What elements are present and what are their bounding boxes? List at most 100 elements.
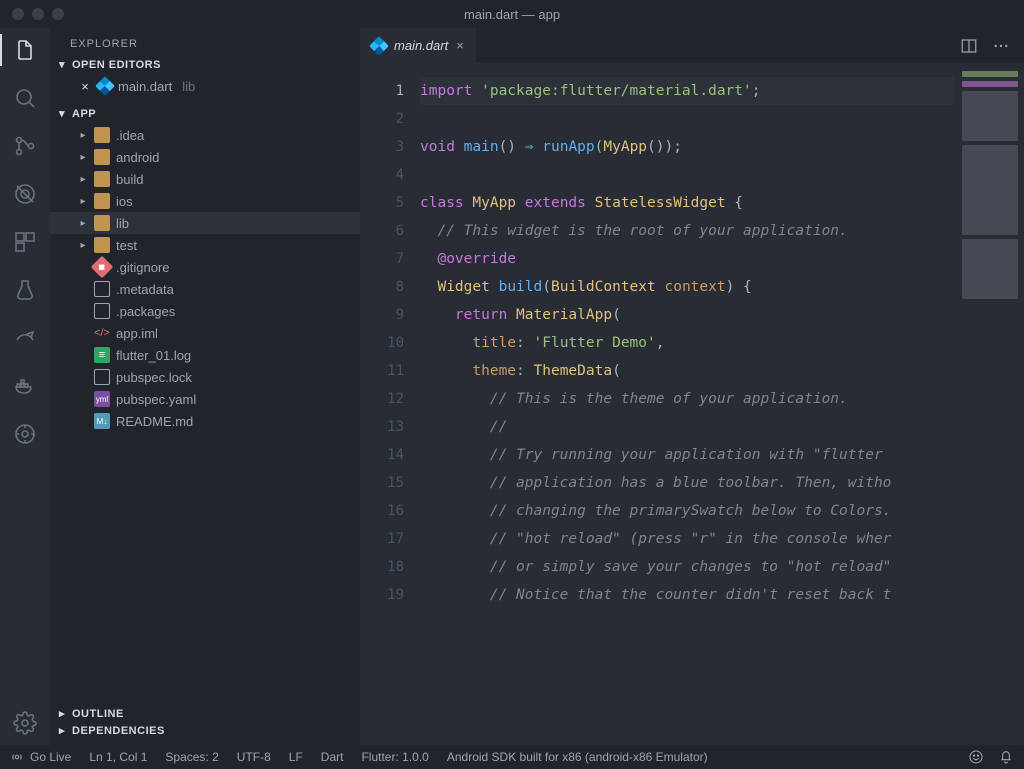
- flutter-version[interactable]: Flutter: 1.0.0: [361, 750, 428, 764]
- more-actions-icon[interactable]: [992, 37, 1010, 55]
- tree-item-label: pubspec.lock: [116, 370, 192, 385]
- open-editor-name: main.dart: [118, 79, 172, 94]
- dart-file-icon: [372, 39, 386, 53]
- project-section[interactable]: ▾ APP: [50, 105, 360, 122]
- chevron-right-icon: ▸: [78, 240, 88, 251]
- close-window-button[interactable]: [12, 8, 24, 20]
- tree-item-label: .idea: [116, 128, 144, 143]
- folder-item[interactable]: ▸.idea: [50, 124, 360, 146]
- chevron-down-icon: ▾: [56, 58, 68, 71]
- tree-item-label: android: [116, 150, 159, 165]
- folder-item[interactable]: ▸ android: [50, 146, 360, 168]
- chevron-right-icon: ▸: [78, 174, 88, 185]
- minimap[interactable]: [954, 63, 1024, 745]
- line-number-gutter: 12345678910111213141516171819: [360, 63, 420, 745]
- maximize-window-button[interactable]: [52, 8, 64, 20]
- log-icon: ≡: [94, 347, 110, 363]
- notifications-icon[interactable]: [998, 749, 1014, 765]
- docker-icon[interactable]: [11, 372, 39, 400]
- folder-icon: [94, 127, 110, 143]
- sidebar-title: EXPLORER: [50, 28, 360, 56]
- file-item[interactable]: ◆.gitignore: [50, 256, 360, 278]
- file-item[interactable]: </> app.iml: [50, 322, 360, 344]
- project-label: APP: [72, 108, 96, 120]
- git-icon: ◆: [91, 256, 114, 279]
- yaml-icon: yml: [94, 391, 110, 407]
- tree-item-label: test: [116, 238, 137, 253]
- activity-bar: [0, 28, 50, 745]
- file-item[interactable]: ymlpubspec.yaml: [50, 388, 360, 410]
- gitlens-icon[interactable]: [11, 420, 39, 448]
- file-icon: [94, 369, 110, 385]
- chevron-right-icon: ▸: [56, 724, 68, 737]
- folder-item[interactable]: ▸ lib: [50, 212, 360, 234]
- tabs-row: main.dart ×: [360, 28, 1024, 63]
- feedback-icon[interactable]: [968, 749, 984, 765]
- file-item[interactable]: ≡ flutter_01.log: [50, 344, 360, 366]
- editor-body[interactable]: 12345678910111213141516171819 import 'pa…: [360, 63, 1024, 745]
- folder-icon: [94, 215, 110, 231]
- folder-item[interactable]: ▸ios: [50, 190, 360, 212]
- minimize-window-button[interactable]: [32, 8, 44, 20]
- go-live-label: Go Live: [30, 750, 71, 764]
- folder-icon: [94, 237, 110, 253]
- code-icon: </>: [94, 325, 110, 341]
- outline-section[interactable]: ▸ OUTLINE: [50, 705, 360, 722]
- debug-icon[interactable]: [11, 180, 39, 208]
- tab-label: main.dart: [394, 38, 448, 53]
- open-editor-folder: lib: [182, 79, 195, 94]
- folder-item[interactable]: ▸ test: [50, 234, 360, 256]
- chevron-right-icon: ▸: [56, 707, 68, 720]
- test-icon[interactable]: [11, 276, 39, 304]
- source-control-icon[interactable]: [11, 132, 39, 160]
- code-content[interactable]: import 'package:flutter/material.dart'; …: [420, 63, 954, 745]
- close-editor-icon[interactable]: ×: [78, 79, 92, 94]
- tab-main-dart[interactable]: main.dart ×: [360, 28, 476, 63]
- outline-label: OUTLINE: [72, 708, 124, 720]
- tree-item-label: .metadata: [116, 282, 174, 297]
- folder-item[interactable]: ▸ build: [50, 168, 360, 190]
- chevron-right-icon: ▸: [78, 152, 88, 163]
- tree-item-label: build: [116, 172, 143, 187]
- extensions-icon[interactable]: [11, 228, 39, 256]
- file-item[interactable]: pubspec.lock: [50, 366, 360, 388]
- chevron-right-icon: ▸: [78, 196, 88, 207]
- folder-icon: [94, 149, 110, 165]
- search-icon[interactable]: [11, 84, 39, 112]
- window-title: main.dart — app: [464, 7, 560, 22]
- chevron-right-icon: ▸: [78, 218, 88, 229]
- tree-item-label: .gitignore: [116, 260, 169, 275]
- tree-item-label: lib: [116, 216, 129, 231]
- device-selector[interactable]: Android SDK built for x86 (android-x86 E…: [447, 750, 708, 764]
- tree-item-label: app.iml: [116, 326, 158, 341]
- tree-item-label: flutter_01.log: [116, 348, 191, 363]
- close-tab-icon[interactable]: ×: [456, 38, 464, 53]
- file-tree: ▸.idea▸android▸build▸ios▸lib▸test◆.gitig…: [50, 122, 360, 440]
- file-item[interactable]: .packages: [50, 300, 360, 322]
- eol-status[interactable]: LF: [289, 750, 303, 764]
- indentation-status[interactable]: Spaces: 2: [165, 750, 218, 764]
- file-item[interactable]: M↓ README.md: [50, 410, 360, 432]
- chevron-down-icon: ▾: [56, 107, 68, 120]
- open-editors-section[interactable]: ▾ OPEN EDITORS: [50, 56, 360, 73]
- tree-item-label: README.md: [116, 414, 193, 429]
- dependencies-section[interactable]: ▸ DEPENDENCIES: [50, 722, 360, 739]
- open-editor-item[interactable]: × main.dart lib: [50, 75, 360, 97]
- traffic-lights: [0, 8, 64, 20]
- explorer-icon[interactable]: [11, 36, 39, 64]
- dart-file-icon: [98, 79, 112, 93]
- tree-item-label: .packages: [116, 304, 175, 319]
- file-icon: [94, 303, 110, 319]
- live-share-icon[interactable]: [11, 324, 39, 352]
- cursor-position[interactable]: Ln 1, Col 1: [89, 750, 147, 764]
- folder-icon: [94, 193, 110, 209]
- go-live-button[interactable]: Go Live: [10, 750, 71, 764]
- language-mode[interactable]: Dart: [321, 750, 344, 764]
- editor-area: main.dart × 1234567891011121314151617181…: [360, 28, 1024, 745]
- open-editors-label: OPEN EDITORS: [72, 59, 161, 71]
- markdown-icon: M↓: [94, 413, 110, 429]
- split-editor-icon[interactable]: [960, 37, 978, 55]
- settings-gear-icon[interactable]: [11, 709, 39, 737]
- file-item[interactable]: .metadata: [50, 278, 360, 300]
- encoding-status[interactable]: UTF-8: [237, 750, 271, 764]
